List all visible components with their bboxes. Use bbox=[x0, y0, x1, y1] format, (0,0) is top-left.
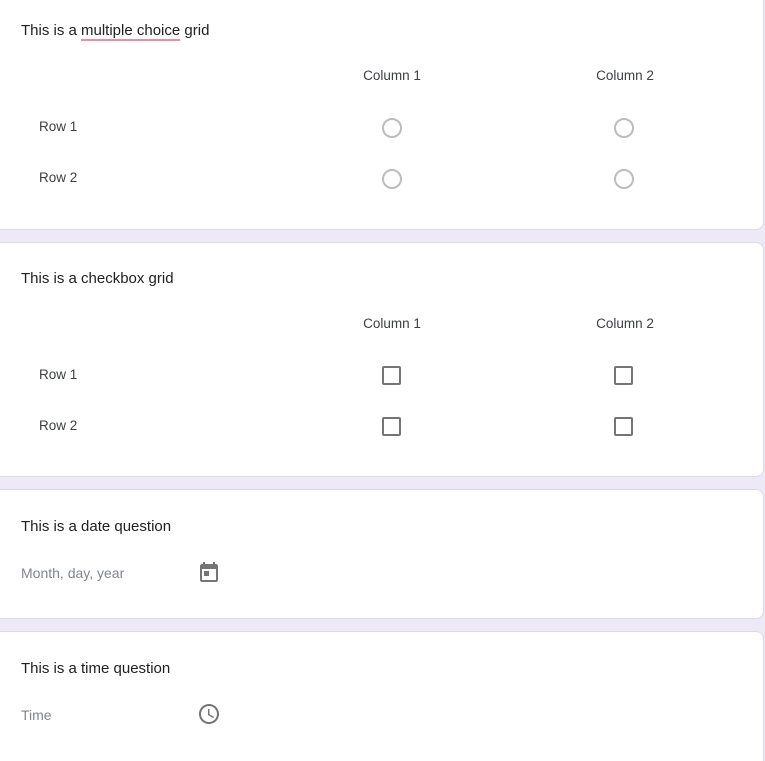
row-label-2: Row 2 bbox=[39, 418, 78, 433]
row-label-1: Row 1 bbox=[39, 119, 78, 134]
column-header-1: Column 1 bbox=[363, 316, 421, 331]
checkbox-row1-col2[interactable] bbox=[614, 366, 633, 385]
time-input-placeholder[interactable]: Time bbox=[21, 707, 52, 723]
title-text: This is a bbox=[21, 22, 82, 39]
radio-row2-col1[interactable] bbox=[382, 169, 402, 189]
clock-icon[interactable] bbox=[197, 702, 221, 726]
radio-row1-col2[interactable] bbox=[614, 118, 634, 138]
column-header-2: Column 2 bbox=[596, 316, 654, 331]
question-title: This is a date question bbox=[21, 518, 172, 535]
checkbox-grid-card: This is a checkbox grid Column 1 Column … bbox=[0, 242, 764, 477]
checkbox-row1-col1[interactable] bbox=[382, 366, 401, 385]
time-question-card: This is a time question Time bbox=[0, 631, 764, 761]
radio-row1-col1[interactable] bbox=[382, 118, 402, 138]
question-title: This is a checkbox grid bbox=[21, 270, 174, 287]
column-header-2: Column 2 bbox=[596, 68, 654, 83]
question-title: This is a time question bbox=[21, 660, 171, 677]
checkbox-row2-col2[interactable] bbox=[614, 417, 633, 436]
date-question-card: This is a date question Month, day, year bbox=[0, 489, 764, 619]
date-input-placeholder[interactable]: Month, day, year bbox=[21, 565, 124, 581]
question-title: This is a multiple choice grid bbox=[21, 22, 209, 39]
title-text: grid bbox=[180, 22, 210, 39]
row-label-2: Row 2 bbox=[39, 170, 78, 185]
column-header-1: Column 1 bbox=[363, 68, 421, 83]
calendar-icon[interactable] bbox=[197, 560, 221, 584]
radio-row2-col2[interactable] bbox=[614, 169, 634, 189]
title-misspelled-text: multiple choice bbox=[81, 22, 181, 39]
multiple-choice-grid-card: This is a multiple choice grid Column 1 … bbox=[0, 0, 764, 230]
checkbox-row2-col1[interactable] bbox=[382, 417, 401, 436]
row-label-1: Row 1 bbox=[39, 367, 78, 382]
